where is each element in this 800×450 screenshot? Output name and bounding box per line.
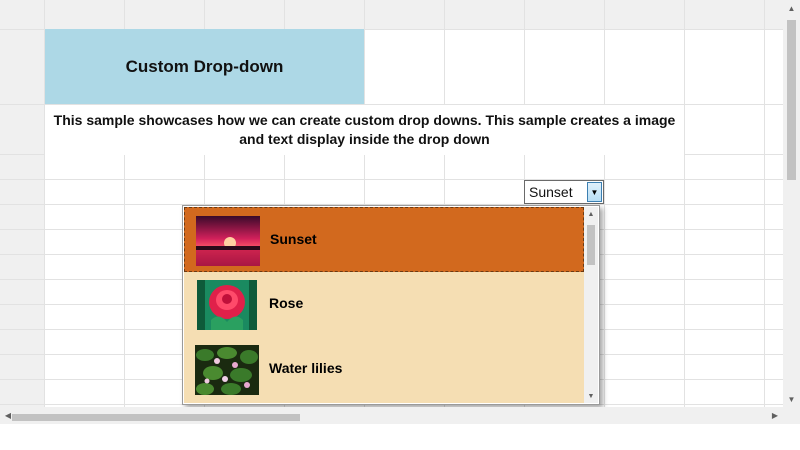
scroll-up-arrow-icon[interactable]: ▲: [584, 207, 598, 221]
water-lilies-image: [195, 345, 259, 395]
dropdown-list: Sunset Rose Water lilies: [184, 207, 584, 403]
combo-value: Sunset: [529, 184, 573, 200]
sunset-image: [196, 216, 260, 266]
horizontal-scroll-thumb[interactable]: [12, 414, 300, 421]
dropdown-item-label: Rose: [269, 295, 304, 311]
status-area: [0, 424, 800, 450]
dropdown-popup[interactable]: Sunset Rose Water lilies ▲ ▼: [182, 205, 600, 405]
dropdown-item-label: Water lilies: [269, 360, 343, 376]
horizontal-scrollbar[interactable]: ◀ ▶: [0, 407, 783, 424]
column-header-bar: [0, 0, 783, 30]
dropdown-item-rose[interactable]: Rose: [184, 272, 584, 337]
dropdown-item-sunset[interactable]: Sunset: [184, 207, 584, 272]
dropdown-scroll-thumb[interactable]: [587, 225, 595, 265]
grid-line: [0, 179, 783, 180]
dropdown-toggle-button[interactable]: ▼: [587, 182, 602, 202]
vertical-scroll-thumb[interactable]: [787, 20, 796, 180]
scroll-down-arrow-icon[interactable]: ▼: [584, 389, 598, 403]
custom-dropdown-combo[interactable]: Sunset ▼: [524, 180, 604, 204]
sheet-title-cell[interactable]: Custom Drop-down: [45, 29, 364, 104]
spreadsheet-grid[interactable]: Custom Drop-down This sample showcases h…: [0, 0, 783, 407]
dropdown-item-water-lilies[interactable]: Water lilies: [184, 337, 584, 402]
dropdown-scrollbar[interactable]: ▲ ▼: [584, 207, 598, 403]
scrollbar-corner: [783, 407, 800, 424]
sheet-description-cell[interactable]: This sample showcases how we can create …: [45, 105, 684, 155]
vertical-scrollbar[interactable]: ▲ ▼: [783, 0, 800, 407]
dropdown-item-label: Sunset: [270, 231, 317, 247]
scroll-down-arrow-icon[interactable]: ▼: [783, 391, 800, 407]
description-text: This sample showcases how we can create …: [53, 112, 676, 147]
chevron-down-icon: ▼: [590, 187, 599, 197]
scroll-right-arrow-icon[interactable]: ▶: [767, 407, 783, 424]
rose-image: [197, 280, 257, 330]
scroll-up-arrow-icon[interactable]: ▲: [783, 0, 800, 16]
